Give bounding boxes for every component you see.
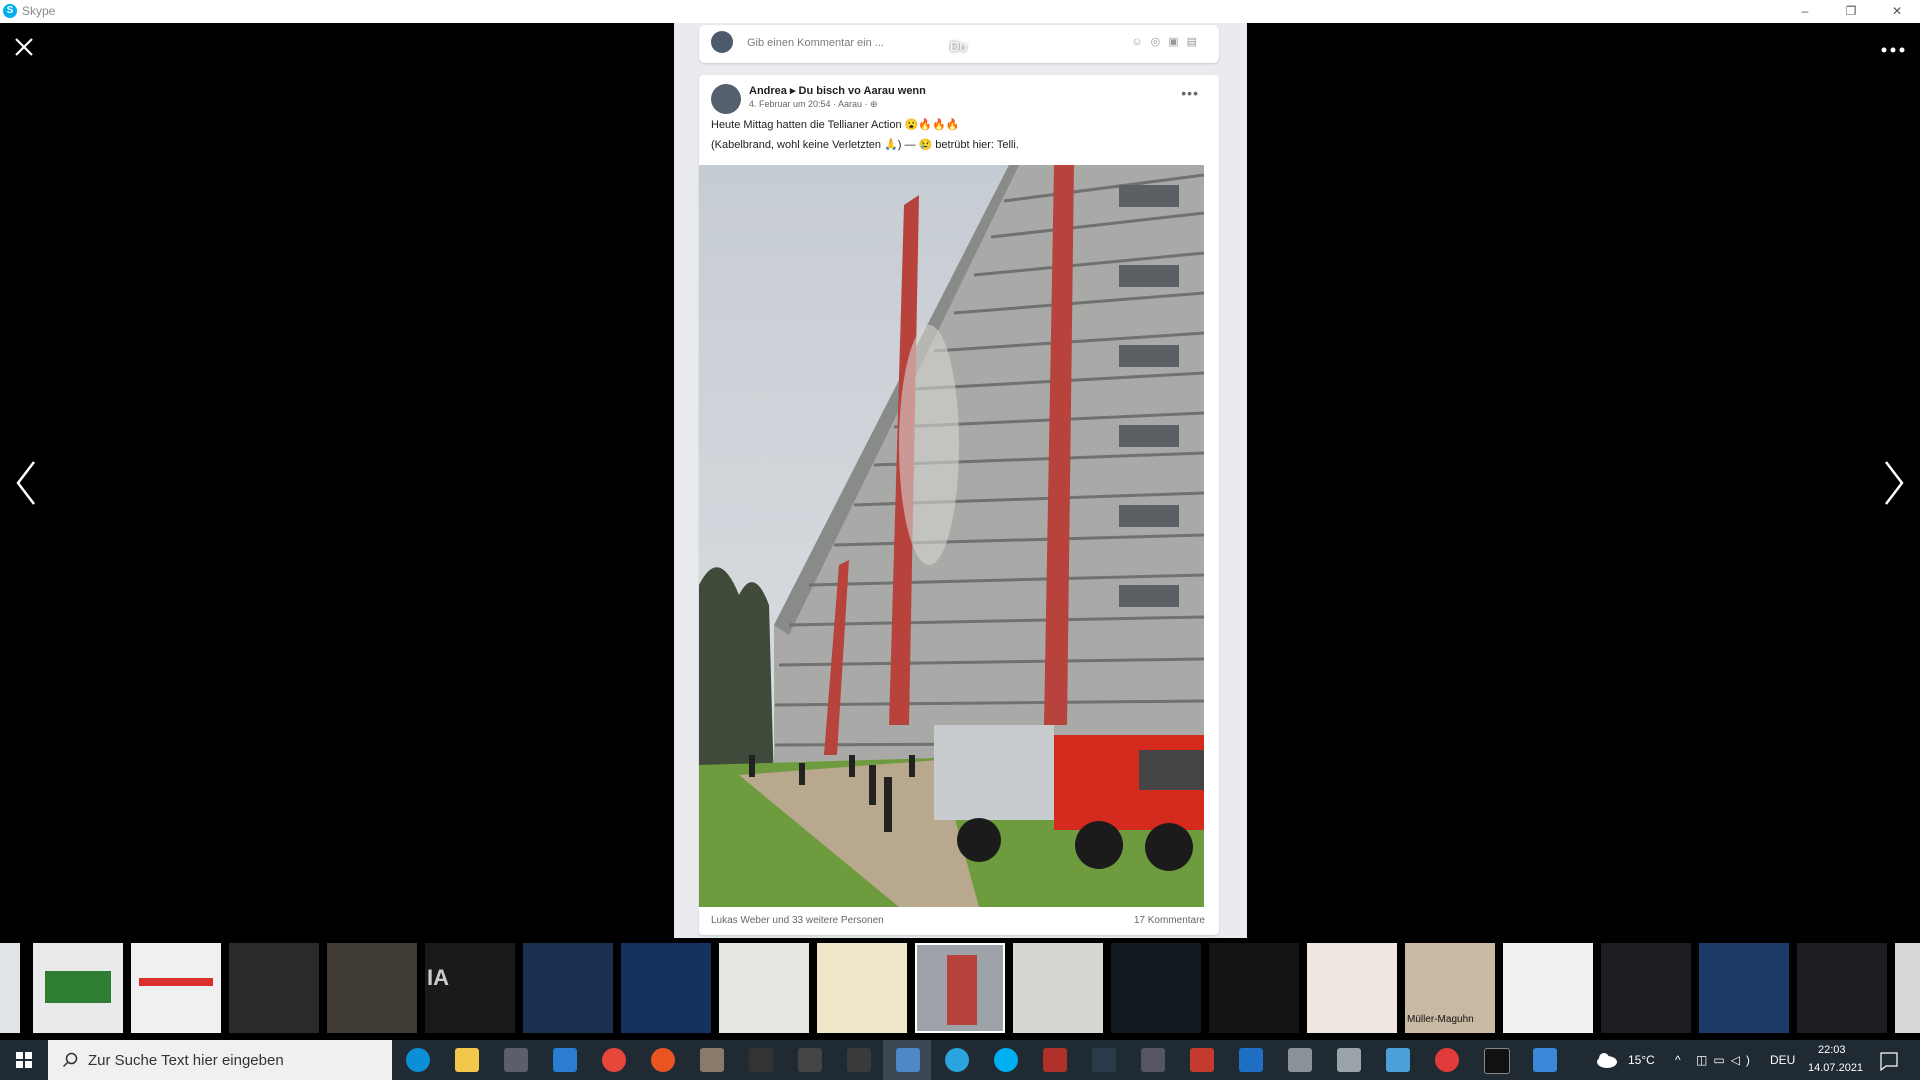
avatar — [711, 84, 741, 114]
thumbnail-label: Müller-Maguhn — [1407, 1014, 1474, 1025]
skype-icon: S — [3, 4, 17, 18]
weather-temperature[interactable]: 15°C — [1628, 1040, 1655, 1080]
telegram-icon[interactable] — [945, 1048, 969, 1072]
weather-cloud-icon[interactable] — [1595, 1040, 1619, 1080]
chevron-right-icon[interactable] — [1880, 458, 1908, 508]
thumbnail[interactable] — [1013, 943, 1103, 1033]
app-icon[interactable] — [1239, 1048, 1263, 1072]
notification-icon[interactable] — [1878, 1040, 1900, 1080]
live-icon[interactable] — [847, 1048, 871, 1072]
post-meta: 4. Februar um 20:54 · Aarau · ⊕ — [749, 99, 878, 109]
terminal-icon[interactable] — [1484, 1048, 1510, 1074]
search-placeholder: Zur Suche Text hier eingeben — [88, 1052, 284, 1069]
app-icon[interactable] — [1337, 1048, 1361, 1072]
building-fire-photo — [699, 165, 1204, 907]
ubuntu-icon[interactable] — [651, 1048, 675, 1072]
window-titlebar: S Skype – ❐ ✕ — [0, 0, 1920, 24]
input-language[interactable]: DEU — [1770, 1040, 1795, 1080]
thumbnail-label: IA — [427, 965, 449, 990]
comment-icons: ☺◎▣▤ — [1131, 36, 1205, 48]
close-window-button[interactable]: ✕ — [1874, 0, 1920, 23]
thumbnail[interactable] — [1895, 943, 1920, 1033]
app-icon[interactable] — [700, 1048, 724, 1072]
image-viewer: Gib einen Kommentar ein ... ☺◎▣▤ Du Andr… — [0, 23, 1920, 938]
thumbnail[interactable]: Müller-Maguhn — [1405, 943, 1495, 1033]
thumbnail-strip: IA Müller-Maguhn — [0, 940, 1920, 1036]
shared-screenshot: Gib einen Kommentar ein ... ☺◎▣▤ Du Andr… — [674, 23, 1247, 938]
explorer-icon[interactable] — [455, 1048, 479, 1072]
more-icon: ••• — [1181, 85, 1199, 101]
post-author: Andrea ▸ Du bisch vo Aarau wenn — [749, 85, 926, 97]
app-icon[interactable] — [1386, 1048, 1410, 1072]
window-title: Skype — [22, 4, 56, 18]
taskbar: Zur Suche Text hier eingeben 15°C ^ ◫▭◁)… — [0, 1040, 1920, 1080]
app-icon[interactable] — [1435, 1048, 1459, 1072]
avatar — [711, 31, 733, 53]
thumbnail-selected[interactable] — [915, 943, 1005, 1033]
more-icon[interactable] — [1880, 45, 1906, 55]
thumbnail[interactable] — [621, 943, 711, 1033]
tray-system-icons[interactable]: ◫▭◁) — [1696, 1040, 1756, 1080]
skype-icon[interactable] — [994, 1048, 1018, 1072]
thumbnail[interactable] — [1699, 943, 1789, 1033]
close-icon[interactable] — [12, 35, 36, 59]
app-icon[interactable] — [1043, 1048, 1067, 1072]
thumbnail[interactable] — [229, 943, 319, 1033]
thumbnail[interactable] — [0, 943, 20, 1033]
thumbnail[interactable] — [1111, 943, 1201, 1033]
thumbnail[interactable] — [1797, 943, 1887, 1033]
thumbnail[interactable]: IA — [425, 943, 515, 1033]
search-icon — [62, 1052, 78, 1068]
comment-placeholder: Gib einen Kommentar ein ... — [747, 37, 884, 49]
post-comment-count: 17 Kommentare — [1133, 915, 1205, 926]
minimize-button[interactable]: – — [1782, 0, 1828, 23]
skype-viewer-icon[interactable] — [896, 1048, 920, 1072]
app-icon[interactable] — [798, 1048, 822, 1072]
post-text-line: (Kabelbrand, wohl keine Verletzten 🙏) — … — [711, 139, 1019, 151]
thumbnail[interactable] — [327, 943, 417, 1033]
chevron-left-icon[interactable] — [12, 458, 40, 508]
store-icon[interactable] — [504, 1048, 528, 1072]
thumbnail[interactable] — [1601, 943, 1691, 1033]
taskbar-search-box[interactable]: Zur Suche Text hier eingeben — [48, 1040, 392, 1080]
thumbnail[interactable] — [33, 943, 123, 1033]
app-icon[interactable] — [1141, 1048, 1165, 1072]
post-reactions: Lukas Weber und 33 weitere Personen — [711, 915, 884, 926]
thumbnail[interactable] — [1503, 943, 1593, 1033]
post-text-line: Heute Mittag hatten die Tellianer Action… — [711, 119, 960, 131]
thumbnail[interactable] — [1209, 943, 1299, 1033]
weather-app-icon[interactable] — [1190, 1048, 1214, 1072]
facebook-post: Andrea ▸ Du bisch vo Aarau wenn 4. Febru… — [699, 75, 1219, 935]
thumbnail[interactable] — [1307, 943, 1397, 1033]
clock-date[interactable]: 14.07.2021 — [1808, 1062, 1863, 1074]
tray-chevron-up-icon[interactable]: ^ — [1675, 1040, 1681, 1080]
chrome-icon[interactable] — [602, 1048, 626, 1072]
app-icon[interactable] — [1533, 1048, 1557, 1072]
kali-icon[interactable] — [1092, 1048, 1116, 1072]
sender-label: Du — [950, 39, 967, 54]
edge-icon[interactable] — [406, 1048, 430, 1072]
thumbnail[interactable] — [719, 943, 809, 1033]
thumbnail[interactable] — [523, 943, 613, 1033]
app-icon[interactable] — [1288, 1048, 1312, 1072]
clock-time[interactable]: 22:03 — [1818, 1044, 1846, 1056]
restore-button[interactable]: ❐ — [1828, 0, 1874, 23]
app-icon[interactable] — [749, 1048, 773, 1072]
thumbnail[interactable] — [817, 943, 907, 1033]
mail-icon[interactable] — [553, 1048, 577, 1072]
thumbnail[interactable] — [131, 943, 221, 1033]
windows-start-icon[interactable] — [0, 1040, 48, 1080]
